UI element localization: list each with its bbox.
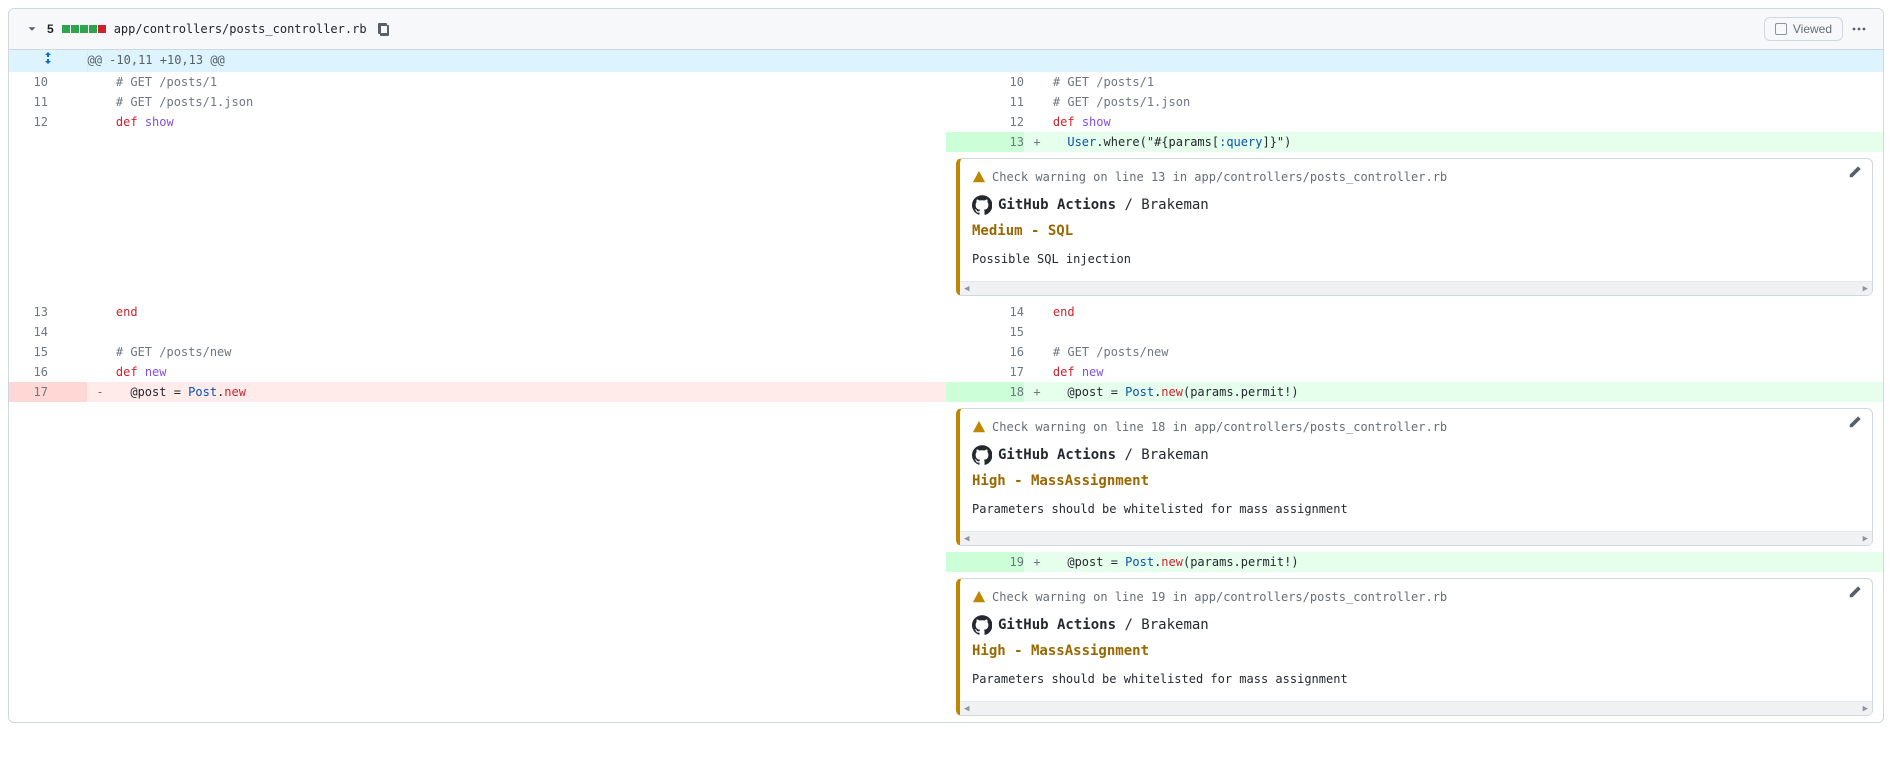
chevron-down-icon[interactable] <box>25 22 39 36</box>
annotation-source: GitHub Actions / Brakeman <box>998 615 1209 635</box>
line-number-new[interactable]: 17 <box>985 362 1024 382</box>
line-number-new[interactable]: 19 <box>985 552 1024 572</box>
viewed-label: Viewed <box>1793 22 1832 36</box>
hunk-header: @@ -10,11 +10,13 @@ <box>87 50 1883 72</box>
check-annotation: Check warning on line 13 in app/controll… <box>956 158 1873 296</box>
line-number-new[interactable]: 13 <box>985 132 1024 152</box>
line-number-old[interactable]: 12 <box>9 112 48 132</box>
code-line: # GET /posts/1.json <box>87 92 946 112</box>
checkbox-icon <box>1775 23 1787 35</box>
diff-stat-blocks <box>62 25 106 33</box>
annotation-source: GitHub Actions / Brakeman <box>998 445 1209 465</box>
line-number-new[interactable]: 16 <box>985 342 1024 362</box>
code-line: # GET /posts/1.json <box>1024 92 1883 112</box>
annotation-level: High - MassAssignment <box>972 641 1860 661</box>
copy-path-icon[interactable] <box>375 21 391 37</box>
line-number-old[interactable]: 15 <box>9 342 48 362</box>
annotation-source: GitHub Actions / Brakeman <box>998 195 1209 215</box>
code-line: # GET /posts/new <box>87 342 946 362</box>
line-number-new[interactable]: 15 <box>985 322 1024 342</box>
code-line: # GET /posts/1 <box>1024 72 1883 92</box>
line-number-old[interactable]: 16 <box>9 362 48 382</box>
line-number-new[interactable]: 14 <box>985 302 1024 322</box>
line-number-old[interactable]: 11 <box>9 92 48 112</box>
code-line-added: + @post = Post.new(params.permit!) <box>1024 552 1883 572</box>
viewed-toggle[interactable]: Viewed <box>1764 17 1843 41</box>
check-annotation: Check warning on line 18 in app/controll… <box>956 408 1873 546</box>
edit-annotation-icon[interactable] <box>1848 415 1862 435</box>
code-line-deleted: - @post = Post.new <box>87 382 946 402</box>
annotation-level: Medium - SQL <box>972 221 1860 241</box>
code-line: def new <box>87 362 946 382</box>
code-line: # GET /posts/1 <box>87 72 946 92</box>
diff-table: @@ -10,11 +10,13 @@10 # GET /posts/110 #… <box>9 50 1883 722</box>
check-annotation: Check warning on line 19 in app/controll… <box>956 578 1873 716</box>
file-header: 5 app/controllers/posts_controller.rb Vi… <box>9 9 1883 50</box>
line-number-old[interactable]: 10 <box>9 72 48 92</box>
code-line-added: + @post = Post.new(params.permit!) <box>1024 382 1883 402</box>
code-line-added: + User.where("#{params[:query]}") <box>1024 132 1883 152</box>
file-change-count: 5 <box>47 22 54 36</box>
code-line: end <box>1024 302 1883 322</box>
file-path[interactable]: app/controllers/posts_controller.rb <box>114 22 367 36</box>
annotation-header-text: Check warning on line 13 in app/controll… <box>992 167 1447 187</box>
github-actions-icon <box>972 195 992 215</box>
code-line: end <box>87 302 946 322</box>
code-line <box>87 322 946 342</box>
github-actions-icon <box>972 615 992 635</box>
annotation-header-text: Check warning on line 18 in app/controll… <box>992 417 1447 437</box>
code-line: def show <box>1024 112 1883 132</box>
code-line <box>1024 322 1883 342</box>
kebab-menu-icon[interactable] <box>1851 21 1867 37</box>
annotation-level: High - MassAssignment <box>972 471 1860 491</box>
line-number-old[interactable]: 13 <box>9 302 48 322</box>
annotation-scrollbar[interactable]: ◀▶ <box>960 701 1872 715</box>
annotation-message: Possible SQL injection <box>972 249 1860 271</box>
edit-annotation-icon[interactable] <box>1848 165 1862 185</box>
annotation-scrollbar[interactable]: ◀▶ <box>960 281 1872 295</box>
line-number-new[interactable]: 10 <box>985 72 1024 92</box>
code-line: # GET /posts/new <box>1024 342 1883 362</box>
code-line: def show <box>87 112 946 132</box>
line-number-new[interactable]: 12 <box>985 112 1024 132</box>
github-actions-icon <box>972 445 992 465</box>
code-line: def new <box>1024 362 1883 382</box>
edit-annotation-icon[interactable] <box>1848 585 1862 605</box>
line-number-new[interactable]: 18 <box>985 382 1024 402</box>
line-number-old[interactable]: 17 <box>9 382 48 402</box>
expand-hunk-button[interactable] <box>9 50 87 72</box>
annotation-header-text: Check warning on line 19 in app/controll… <box>992 587 1447 607</box>
line-number-new[interactable]: 11 <box>985 92 1024 112</box>
file-container: 5 app/controllers/posts_controller.rb Vi… <box>8 8 1884 723</box>
annotation-message: Parameters should be whitelisted for mas… <box>972 499 1860 521</box>
annotation-scrollbar[interactable]: ◀▶ <box>960 531 1872 545</box>
line-number-old[interactable]: 14 <box>9 322 48 342</box>
annotation-message: Parameters should be whitelisted for mas… <box>972 669 1860 691</box>
